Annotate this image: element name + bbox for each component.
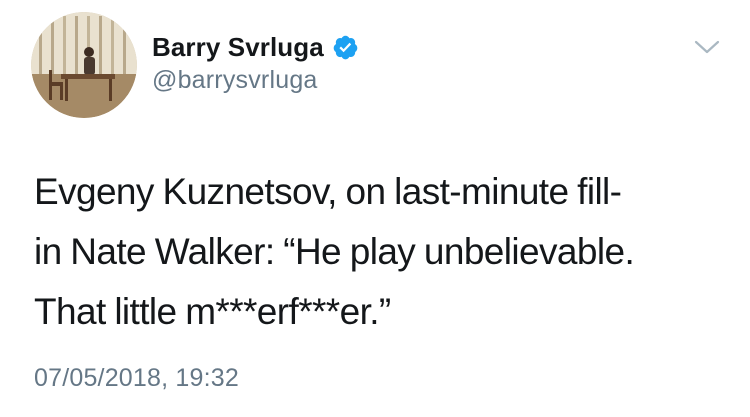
author-display-name[interactable]: Barry Svrluga — [152, 32, 324, 63]
verified-badge-icon — [333, 35, 358, 59]
tweet-text-line: in Nate Walker: “He play unbelievable. — [34, 231, 635, 272]
tweet-card: Barry Svrluga @barrysvrluga Evgeny Kuzne… — [0, 0, 750, 417]
author-avatar[interactable] — [31, 12, 137, 118]
author-handle[interactable]: @barrysvrluga — [152, 66, 318, 95]
tweet-text-line: That little m***erf***er.” — [34, 291, 391, 332]
author-name-row[interactable]: Barry Svrluga — [152, 30, 359, 64]
tweet-text-line: Evgeny Kuznetsov, on last-minute fill- — [34, 171, 622, 212]
chevron-down-icon[interactable] — [694, 38, 720, 56]
tweet-timestamp[interactable]: 07/05/2018, 19:32 — [34, 364, 239, 393]
tweet-text: Evgeny Kuznetsov, on last-minute fill- i… — [34, 162, 724, 342]
